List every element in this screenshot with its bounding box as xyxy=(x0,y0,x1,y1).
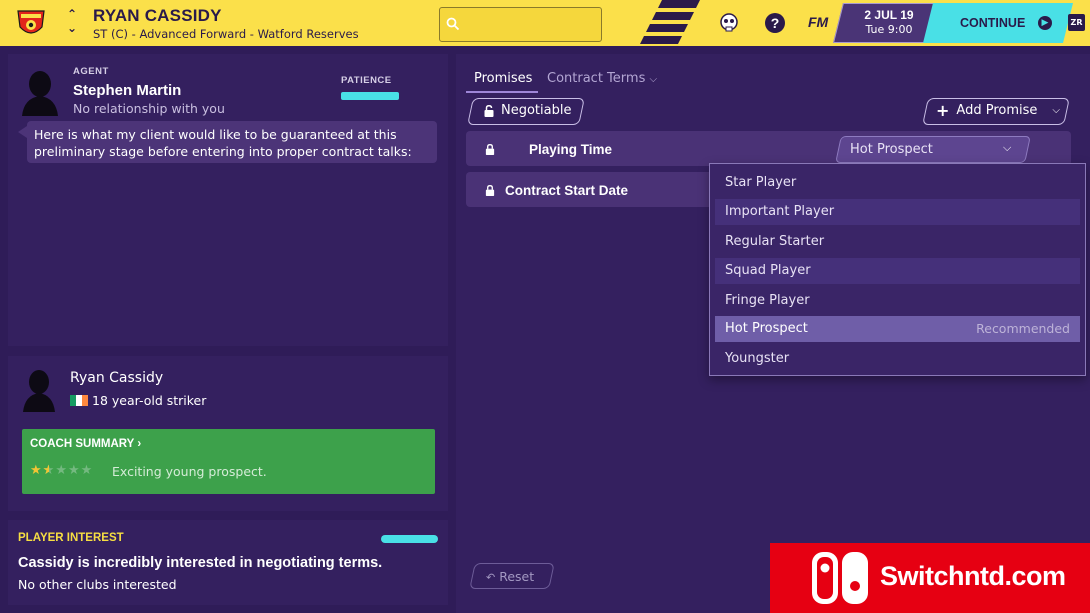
chevron-up-icon[interactable]: ⌃ xyxy=(64,7,80,21)
svg-text:?: ? xyxy=(771,15,780,31)
dropdown-option-regular-starter[interactable]: Regular Starter xyxy=(715,229,1080,255)
coach-summary-text: Exciting young prospect. xyxy=(112,464,267,479)
continue-label[interactable]: CONTINUE xyxy=(960,16,1025,30)
promise-label-playing-time: Playing Time xyxy=(529,142,613,157)
player-avatar-icon xyxy=(23,370,55,412)
watermark-banner: Switchntd.com xyxy=(770,543,1090,613)
speech-bubble-tail xyxy=(18,126,27,138)
header-stripes-decoration xyxy=(640,0,700,44)
date-display: 2 JUL 19 Tue 9:00 xyxy=(846,8,932,36)
chevron-down-icon: ⌵ xyxy=(649,74,658,85)
dropdown-option-star-player[interactable]: Star Player xyxy=(715,170,1080,196)
lock-icon xyxy=(485,144,495,155)
dropdown-option-squad-player[interactable]: Squad Player xyxy=(715,258,1080,284)
add-promise-label: Add Promise xyxy=(956,103,1038,118)
player-interest-panel: PLAYER INTEREST Cassidy is incredibly in… xyxy=(8,520,448,605)
dropdown-option-hot-prospect[interactable]: Hot Prospect Recommended xyxy=(715,316,1080,342)
current-time: Tue 9:00 xyxy=(865,23,913,36)
lock-icon xyxy=(485,185,495,196)
club-badge-icon[interactable] xyxy=(15,7,47,39)
coach-summary-title[interactable]: COACH SUMMARY › xyxy=(30,438,141,450)
chevron-down-icon[interactable]: ⌵ xyxy=(1003,141,1011,155)
dropdown-option-youngster[interactable]: Youngster xyxy=(715,346,1080,372)
negotiable-button-content[interactable]: Negotiable xyxy=(484,103,571,118)
patience-label: PATIENCE xyxy=(341,75,392,86)
reset-button-label[interactable]: ↶ Reset xyxy=(486,569,534,584)
agent-name[interactable]: Stephen Martin xyxy=(73,82,181,99)
star-full-icon: ★ xyxy=(30,463,43,478)
tab-contract-terms[interactable]: Contract Terms ⌵ xyxy=(547,71,657,86)
star-rating: ★★★★★★ xyxy=(30,463,93,478)
player-card-panel: Ryan Cassidy 18 year-old striker COACH S… xyxy=(8,356,448,511)
switch-logo-icon xyxy=(812,552,868,604)
dropdown-option-fringe-player[interactable]: Fringe Player xyxy=(715,288,1080,314)
negotiable-label: Negotiable xyxy=(501,103,572,118)
star-half-icon: ★★ xyxy=(42,463,56,478)
zr-button-icon[interactable]: ZR xyxy=(1068,14,1085,31)
player-interest-label: PLAYER INTEREST xyxy=(18,532,124,544)
player-card-info: 18 year-old striker xyxy=(70,393,206,408)
fm-logo[interactable]: FM xyxy=(808,14,828,30)
agent-label: AGENT xyxy=(73,66,109,77)
star-empty-icon: ★ xyxy=(55,463,68,478)
help-icon[interactable]: ? xyxy=(764,12,786,34)
current-date: 2 JUL 19 xyxy=(864,8,914,22)
plus-icon: + xyxy=(936,100,950,120)
ireland-flag-icon xyxy=(70,395,88,406)
undo-icon: ↶ xyxy=(486,571,496,584)
player-nav-arrows[interactable]: ⌃ ⌄ xyxy=(64,7,80,39)
chevron-right-icon: › xyxy=(137,438,142,450)
chevron-down-icon[interactable]: ⌄ xyxy=(64,21,80,35)
search-icon xyxy=(446,17,460,31)
coach-summary-box[interactable]: COACH SUMMARY › ★★★★★★ Exciting young pr… xyxy=(22,429,435,494)
tab-promises[interactable]: Promises xyxy=(474,71,532,86)
recommended-note: Recommended xyxy=(976,321,1070,336)
agent-relationship: No relationship with you xyxy=(73,101,225,116)
promise-label-contract-start: Contract Start Date xyxy=(505,183,629,198)
add-promise-button-content[interactable]: + Add Promise ⌵ xyxy=(936,100,1060,120)
lock-open-icon xyxy=(484,104,494,117)
search-input[interactable] xyxy=(439,7,602,42)
patience-bar xyxy=(341,92,399,100)
interest-bar xyxy=(381,535,438,543)
dropdown-option-important-player[interactable]: Important Player xyxy=(715,199,1080,225)
agent-avatar-icon xyxy=(22,71,58,116)
star-empty-icon: ★ xyxy=(67,463,81,478)
skull-icon[interactable] xyxy=(718,12,740,34)
interest-other-clubs: No other clubs interested xyxy=(18,577,177,592)
interest-statement: Cassidy is incredibly interested in nego… xyxy=(18,555,383,571)
watermark-text: Switchntd.com xyxy=(880,561,1066,591)
arrow-right-icon[interactable]: ▶ xyxy=(1038,16,1052,30)
star-empty-icon: ★ xyxy=(80,463,94,478)
player-card-name[interactable]: Ryan Cassidy xyxy=(70,370,163,386)
agent-panel: AGENT Stephen Martin No relationship wit… xyxy=(8,54,448,346)
playing-time-selected-value[interactable]: Hot Prospect xyxy=(850,142,933,157)
player-age-position: 18 year-old striker xyxy=(92,393,207,408)
agent-message: Here is what my client would like to be … xyxy=(27,121,437,163)
player-subtitle: ST (C) - Advanced Forward - Watford Rese… xyxy=(93,27,359,41)
chevron-down-icon: ⌵ xyxy=(1052,105,1060,116)
playing-time-dropdown: Star Player Important Player Regular Sta… xyxy=(709,163,1086,376)
player-name-title: RYAN CASSIDY xyxy=(93,6,222,25)
active-tab-indicator xyxy=(466,91,538,93)
